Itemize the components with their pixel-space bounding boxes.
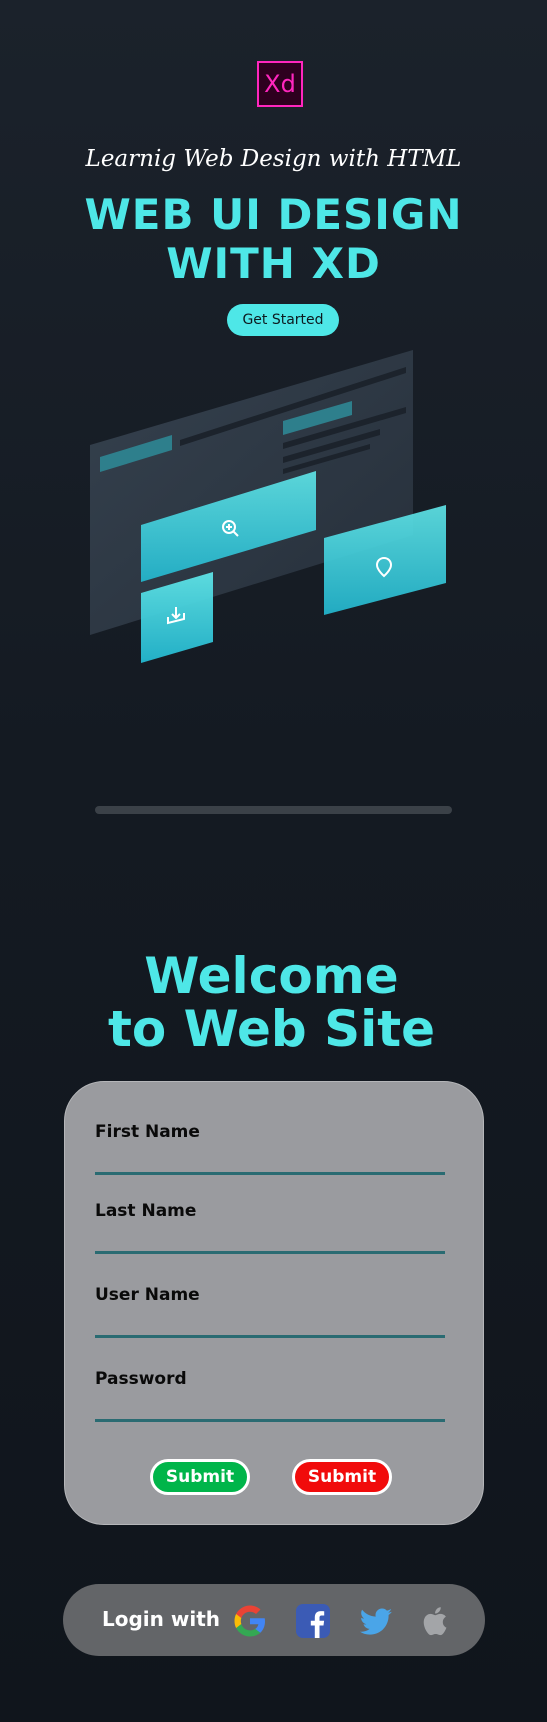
last-name-label: Last Name — [95, 1201, 197, 1221]
last-name-field[interactable] — [95, 1251, 445, 1254]
get-started-button[interactable]: Get Started — [227, 304, 339, 336]
welcome-heading: Welcome to Web Site — [0, 950, 543, 1056]
welcome-line-1: Welcome — [144, 947, 399, 1005]
apple-icon[interactable] — [416, 1602, 454, 1640]
user-name-field[interactable] — [95, 1335, 445, 1338]
facebook-icon[interactable] — [294, 1602, 332, 1640]
horizontal-scrollbar[interactable] — [95, 806, 452, 814]
hero-title-line-1: WEB UI DESIGN — [84, 190, 463, 239]
isometric-ui-illustration — [90, 350, 446, 663]
first-name-field[interactable] — [95, 1172, 445, 1175]
twitter-icon[interactable] — [357, 1602, 395, 1640]
xd-logo: Xd — [257, 61, 303, 107]
hero-title: WEB UI DESIGN WITH XD — [0, 190, 547, 288]
submit-button-green[interactable]: Submit — [150, 1459, 250, 1495]
login-with-label: Login with — [102, 1607, 220, 1631]
submit-button-red[interactable]: Submit — [292, 1459, 392, 1495]
password-label: Password — [95, 1369, 187, 1389]
hero-subtitle: Learnig Web Design with HTML — [85, 146, 462, 172]
google-icon[interactable] — [231, 1602, 269, 1640]
hero-title-line-2: WITH XD — [166, 239, 381, 288]
welcome-line-2: to Web Site — [107, 1000, 436, 1058]
first-name-label: First Name — [95, 1122, 200, 1142]
password-field[interactable] — [95, 1419, 445, 1422]
xd-logo-text: Xd — [264, 70, 296, 98]
user-name-label: User Name — [95, 1285, 200, 1305]
